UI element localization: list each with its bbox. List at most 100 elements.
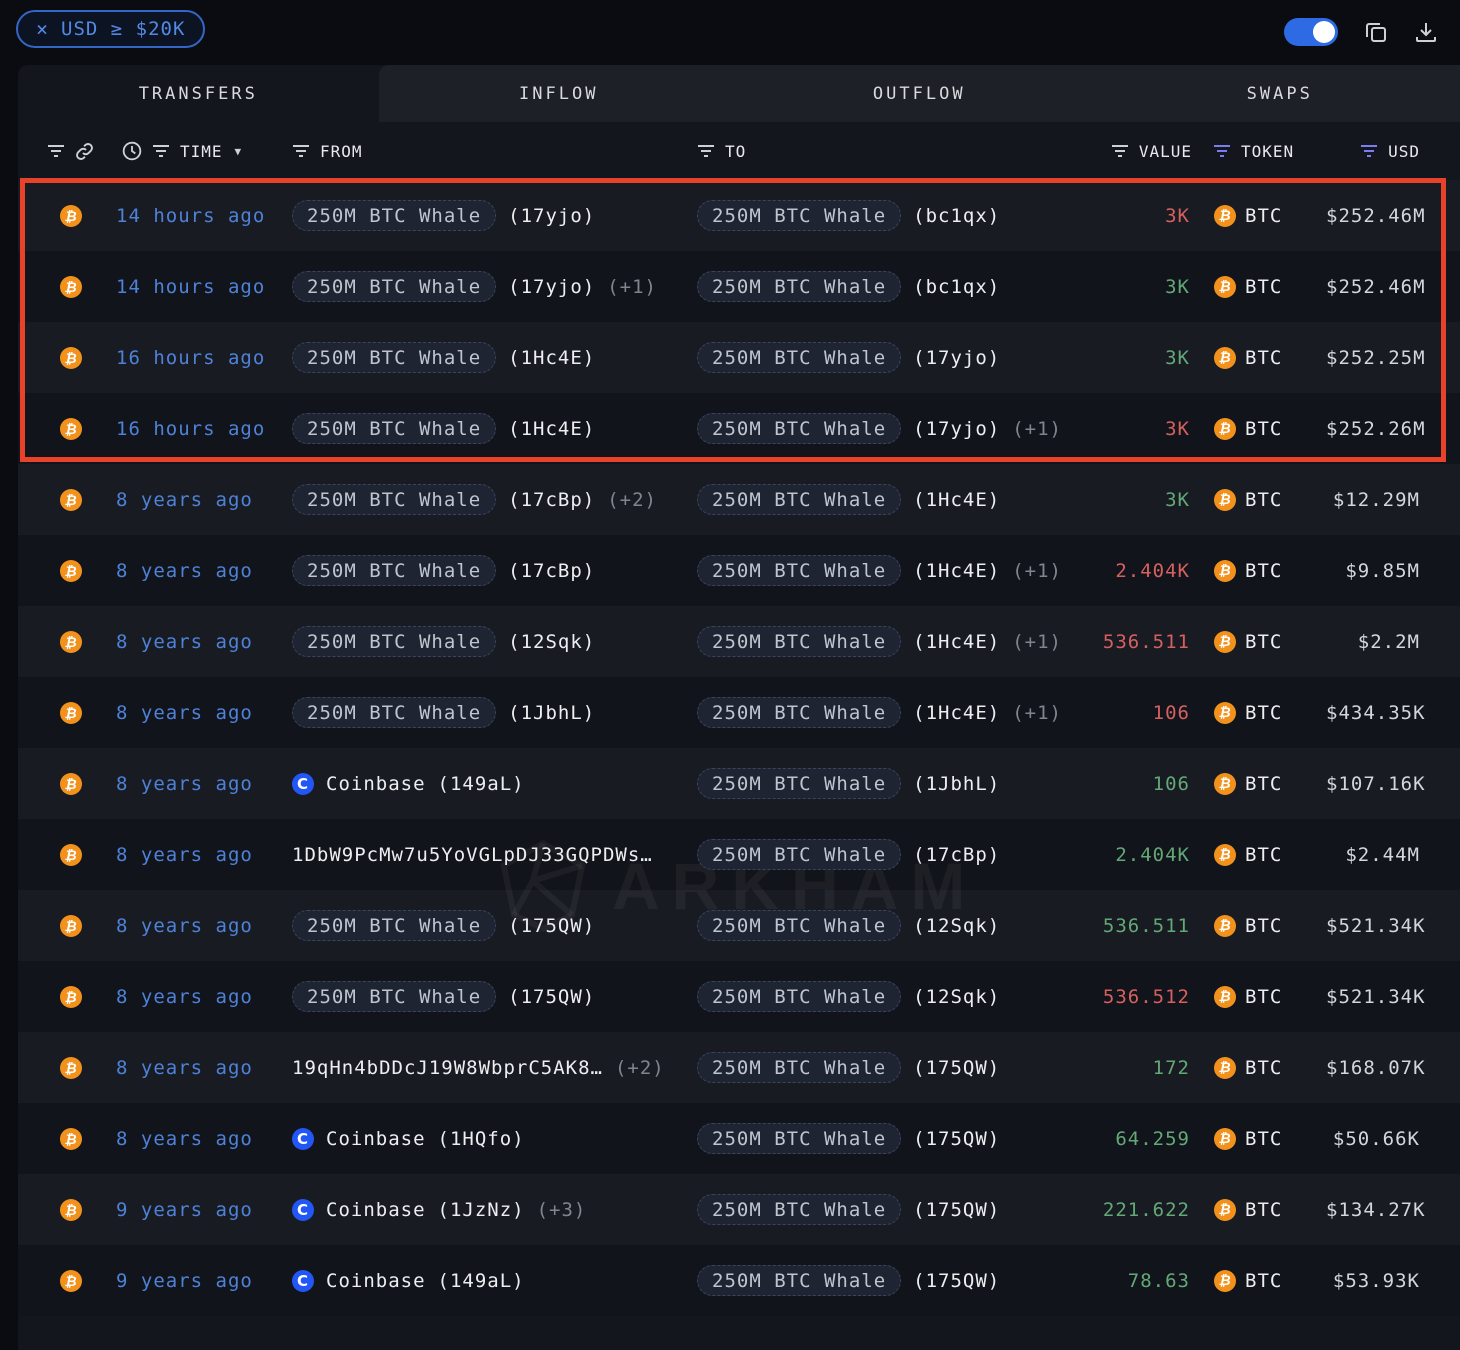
from-address[interactable]: (149aL) — [438, 773, 525, 795]
from-entity-badge[interactable]: 250M BTC Whale — [292, 697, 496, 728]
filter-icon[interactable] — [1111, 144, 1129, 158]
from-entity-badge[interactable]: 250M BTC Whale — [292, 271, 496, 302]
to-entity-badge[interactable]: 250M BTC Whale — [697, 839, 901, 870]
from-address[interactable]: (1Hc4E) — [508, 347, 595, 369]
to-address[interactable]: (12Sqk) — [913, 915, 1000, 937]
from-address[interactable]: (1JbhL) — [508, 702, 595, 724]
to-entity-badge[interactable]: 250M BTC Whale — [697, 626, 901, 657]
table-row[interactable]: ₿14 hours ago250M BTC Whale(17yjo)250M B… — [18, 180, 1460, 251]
table-row[interactable]: ₿8 years ago250M BTC Whale(175QW)250M BT… — [18, 890, 1460, 961]
to-address[interactable]: (175QW) — [913, 1199, 1000, 1221]
table-row[interactable]: ₿8 years ago250M BTC Whale(12Sqk)250M BT… — [18, 606, 1460, 677]
transfer-time-link[interactable]: 9 years ago — [116, 1270, 292, 1292]
table-row[interactable]: ₿8 years agoCCoinbase(1HQfo)250M BTC Wha… — [18, 1103, 1460, 1174]
table-row[interactable]: ₿8 years ago250M BTC Whale(17cBp)(+2)250… — [18, 464, 1460, 535]
table-row[interactable]: ₿9 years agoCCoinbase(149aL)250M BTC Wha… — [18, 1245, 1460, 1316]
to-entity-badge[interactable]: 250M BTC Whale — [697, 1194, 901, 1225]
from-entity-badge[interactable]: 250M BTC Whale — [292, 910, 496, 941]
to-address[interactable]: (17yjo) — [913, 347, 1000, 369]
table-row[interactable]: ₿9 years agoCCoinbase(1JzNz)(+3)250M BTC… — [18, 1174, 1460, 1245]
transfer-time-link[interactable]: 8 years ago — [116, 844, 292, 866]
tab-outflow[interactable]: OUTFLOW — [739, 65, 1100, 122]
to-address[interactable]: (1Hc4E) — [913, 702, 1000, 724]
table-row[interactable]: ₿16 hours ago250M BTC Whale(1Hc4E)250M B… — [18, 393, 1460, 464]
from-entity-name[interactable]: Coinbase — [326, 1199, 426, 1221]
to-address[interactable]: (bc1qx) — [913, 276, 1000, 298]
table-row[interactable]: ₿8 years ago250M BTC Whale(1JbhL)250M BT… — [18, 677, 1460, 748]
to-address[interactable]: (1Hc4E) — [913, 489, 1000, 511]
column-header-to[interactable]: TO — [725, 142, 746, 161]
to-entity-badge[interactable]: 250M BTC Whale — [697, 342, 901, 373]
to-address[interactable]: (17yjo) — [913, 418, 1000, 440]
to-entity-badge[interactable]: 250M BTC Whale — [697, 768, 901, 799]
from-address[interactable]: (1JzNz) — [438, 1199, 525, 1221]
to-entity-badge[interactable]: 250M BTC Whale — [697, 484, 901, 515]
to-address[interactable]: (1Hc4E) — [913, 631, 1000, 653]
from-entity-badge[interactable]: 250M BTC Whale — [292, 484, 496, 515]
from-entity-badge[interactable]: 250M BTC Whale — [292, 200, 496, 231]
filter-icon[interactable] — [152, 144, 170, 158]
column-header-usd[interactable]: USD — [1388, 142, 1420, 161]
from-address[interactable]: (175QW) — [508, 986, 595, 1008]
to-address[interactable]: (175QW) — [913, 1128, 1000, 1150]
clock-icon[interactable] — [122, 141, 142, 161]
to-entity-badge[interactable]: 250M BTC Whale — [697, 200, 901, 231]
table-row[interactable]: ₿16 hours ago250M BTC Whale(1Hc4E)250M B… — [18, 322, 1460, 393]
table-row[interactable]: ₿8 years ago250M BTC Whale(175QW)250M BT… — [18, 961, 1460, 1032]
usd-toggle[interactable] — [1284, 18, 1338, 46]
transfer-time-link[interactable]: 8 years ago — [116, 489, 292, 511]
transfer-time-link[interactable]: 14 hours ago — [116, 205, 292, 227]
table-row[interactable]: ₿8 years ago250M BTC Whale(17cBp)250M BT… — [18, 535, 1460, 606]
from-address[interactable]: (1Hc4E) — [508, 418, 595, 440]
filter-icon-active[interactable] — [1213, 144, 1231, 158]
to-address[interactable]: (1JbhL) — [913, 773, 1000, 795]
from-address[interactable]: (149aL) — [438, 1270, 525, 1292]
to-entity-badge[interactable]: 250M BTC Whale — [697, 271, 901, 302]
table-row[interactable]: ₿8 years agoCCoinbase(149aL)250M BTC Wha… — [18, 748, 1460, 819]
transfer-time-link[interactable]: 8 years ago — [116, 1057, 292, 1079]
table-row[interactable]: ₿8 years ago1DbW9PcMw7u5YoVGLpDJ33GQPDWs… — [18, 819, 1460, 890]
filter-icon[interactable] — [47, 144, 65, 158]
to-entity-badge[interactable]: 250M BTC Whale — [697, 697, 901, 728]
download-icon[interactable] — [1414, 20, 1438, 44]
to-entity-badge[interactable]: 250M BTC Whale — [697, 555, 901, 586]
transfer-time-link[interactable]: 8 years ago — [116, 1128, 292, 1150]
transfer-time-link[interactable]: 16 hours ago — [116, 347, 292, 369]
to-address[interactable]: (1Hc4E) — [913, 560, 1000, 582]
to-entity-badge[interactable]: 250M BTC Whale — [697, 981, 901, 1012]
from-address[interactable]: (175QW) — [508, 915, 595, 937]
from-address[interactable]: (1HQfo) — [438, 1128, 525, 1150]
transfer-time-link[interactable]: 8 years ago — [116, 986, 292, 1008]
from-address[interactable]: (17cBp) — [508, 560, 595, 582]
filter-icon[interactable] — [292, 144, 310, 158]
transfer-time-link[interactable]: 8 years ago — [116, 560, 292, 582]
to-entity-badge[interactable]: 250M BTC Whale — [697, 1265, 901, 1296]
to-entity-badge[interactable]: 250M BTC Whale — [697, 413, 901, 444]
transfer-time-link[interactable]: 8 years ago — [116, 773, 292, 795]
from-entity-badge[interactable]: 250M BTC Whale — [292, 342, 496, 373]
transfer-time-link[interactable]: 9 years ago — [116, 1199, 292, 1221]
transfer-time-link[interactable]: 8 years ago — [116, 631, 292, 653]
from-entity-name[interactable]: Coinbase — [326, 1128, 426, 1150]
from-entity-badge[interactable]: 250M BTC Whale — [292, 981, 496, 1012]
to-address[interactable]: (17cBp) — [913, 844, 1000, 866]
to-address[interactable]: (12Sqk) — [913, 986, 1000, 1008]
usd-filter-chip[interactable]: × USD ≥ $20K — [16, 10, 205, 48]
transfer-time-link[interactable]: 14 hours ago — [116, 276, 292, 298]
column-header-token[interactable]: TOKEN — [1241, 142, 1294, 161]
close-icon[interactable]: × — [36, 17, 49, 41]
to-address[interactable]: (bc1qx) — [913, 205, 1000, 227]
column-header-time[interactable]: TIME — [180, 142, 223, 161]
table-row[interactable]: ₿14 hours ago250M BTC Whale(17yjo)(+1)25… — [18, 251, 1460, 322]
from-address[interactable]: 19qHn4bDDcJ19W8WbprC5AK8… — [292, 1057, 603, 1079]
from-address[interactable]: 1DbW9PcMw7u5YoVGLpDJ33GQPDWs… — [292, 844, 653, 866]
from-address[interactable]: (17yjo) — [508, 276, 595, 298]
table-row[interactable]: ₿8 years ago19qHn4bDDcJ19W8WbprC5AK8…(+2… — [18, 1032, 1460, 1103]
from-address[interactable]: (12Sqk) — [508, 631, 595, 653]
to-entity-badge[interactable]: 250M BTC Whale — [697, 1123, 901, 1154]
from-entity-badge[interactable]: 250M BTC Whale — [292, 626, 496, 657]
from-address[interactable]: (17yjo) — [508, 205, 595, 227]
chevron-down-icon[interactable]: ▼ — [235, 145, 243, 158]
link-icon[interactable] — [75, 142, 94, 161]
to-address[interactable]: (175QW) — [913, 1270, 1000, 1292]
